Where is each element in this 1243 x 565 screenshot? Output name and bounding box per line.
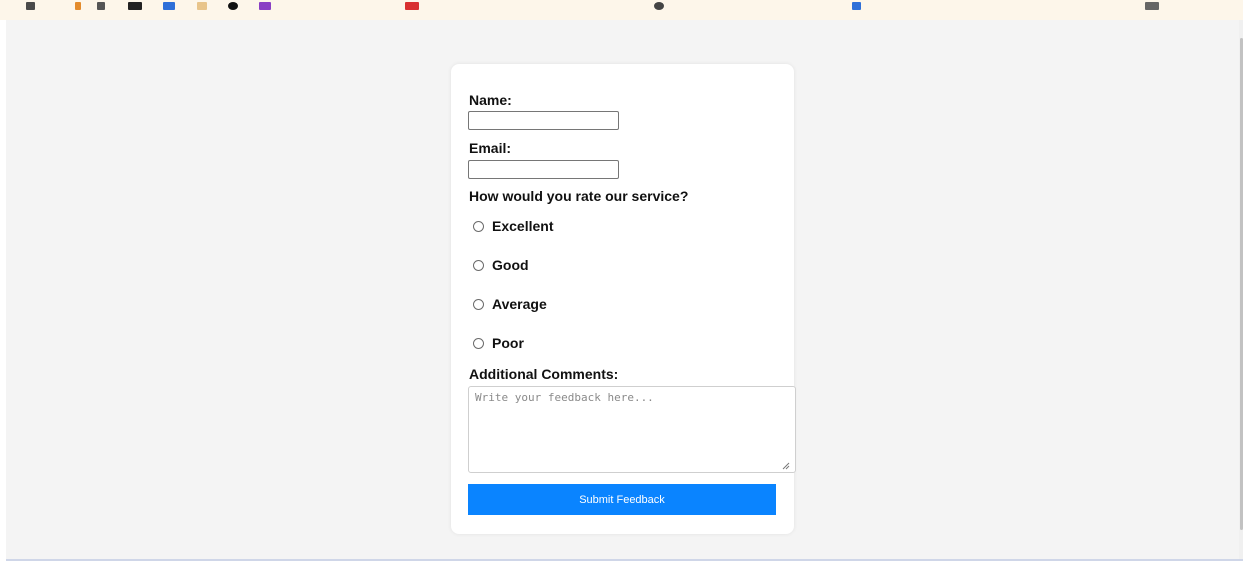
bookmark-icon[interactable] <box>97 2 105 10</box>
radio-button[interactable] <box>473 298 484 310</box>
rating-option-label: Poor <box>492 335 524 351</box>
bookmark-icon[interactable] <box>1145 2 1159 10</box>
bookmark-icon[interactable] <box>26 2 35 10</box>
radio-button[interactable] <box>473 259 484 271</box>
rating-option-average[interactable]: Average <box>473 295 547 313</box>
browser-viewport: Name: Email: How would you rate our serv… <box>0 0 1243 565</box>
bookmark-icon[interactable] <box>163 2 175 10</box>
rating-option-label: Excellent <box>492 218 554 234</box>
feedback-form-card: Name: Email: How would you rate our serv… <box>451 64 796 534</box>
submit-feedback-button[interactable]: Submit Feedback <box>468 484 776 515</box>
window-bottom-edge <box>0 561 1243 565</box>
email-input[interactable] <box>468 160 619 179</box>
radio-button[interactable] <box>473 220 484 232</box>
bookmark-icon[interactable] <box>75 2 81 10</box>
bookmark-icon[interactable] <box>228 2 238 10</box>
rating-option-label: Good <box>492 257 529 273</box>
resize-grip-icon[interactable] <box>782 462 790 470</box>
email-label: Email: <box>469 140 512 156</box>
rating-option-good[interactable]: Good <box>473 256 529 274</box>
name-label: Name: <box>469 92 512 108</box>
bookmark-icon[interactable] <box>259 2 271 10</box>
rating-option-poor[interactable]: Poor <box>473 334 524 352</box>
name-input[interactable] <box>468 111 619 130</box>
bookmark-icon[interactable] <box>197 2 207 10</box>
rating-question: How would you rate our service? <box>469 188 689 204</box>
bookmark-icon[interactable] <box>128 2 142 10</box>
comments-label: Additional Comments: <box>469 366 619 382</box>
bookmark-bar <box>0 0 1243 20</box>
rating-option-excellent[interactable]: Excellent <box>473 217 553 235</box>
radio-button[interactable] <box>473 337 484 349</box>
bookmark-icon[interactable] <box>405 2 419 10</box>
comments-textarea[interactable] <box>468 386 796 473</box>
rating-option-label: Average <box>492 296 547 312</box>
bookmark-icon[interactable] <box>852 2 861 10</box>
bookmark-icon[interactable] <box>654 2 664 10</box>
